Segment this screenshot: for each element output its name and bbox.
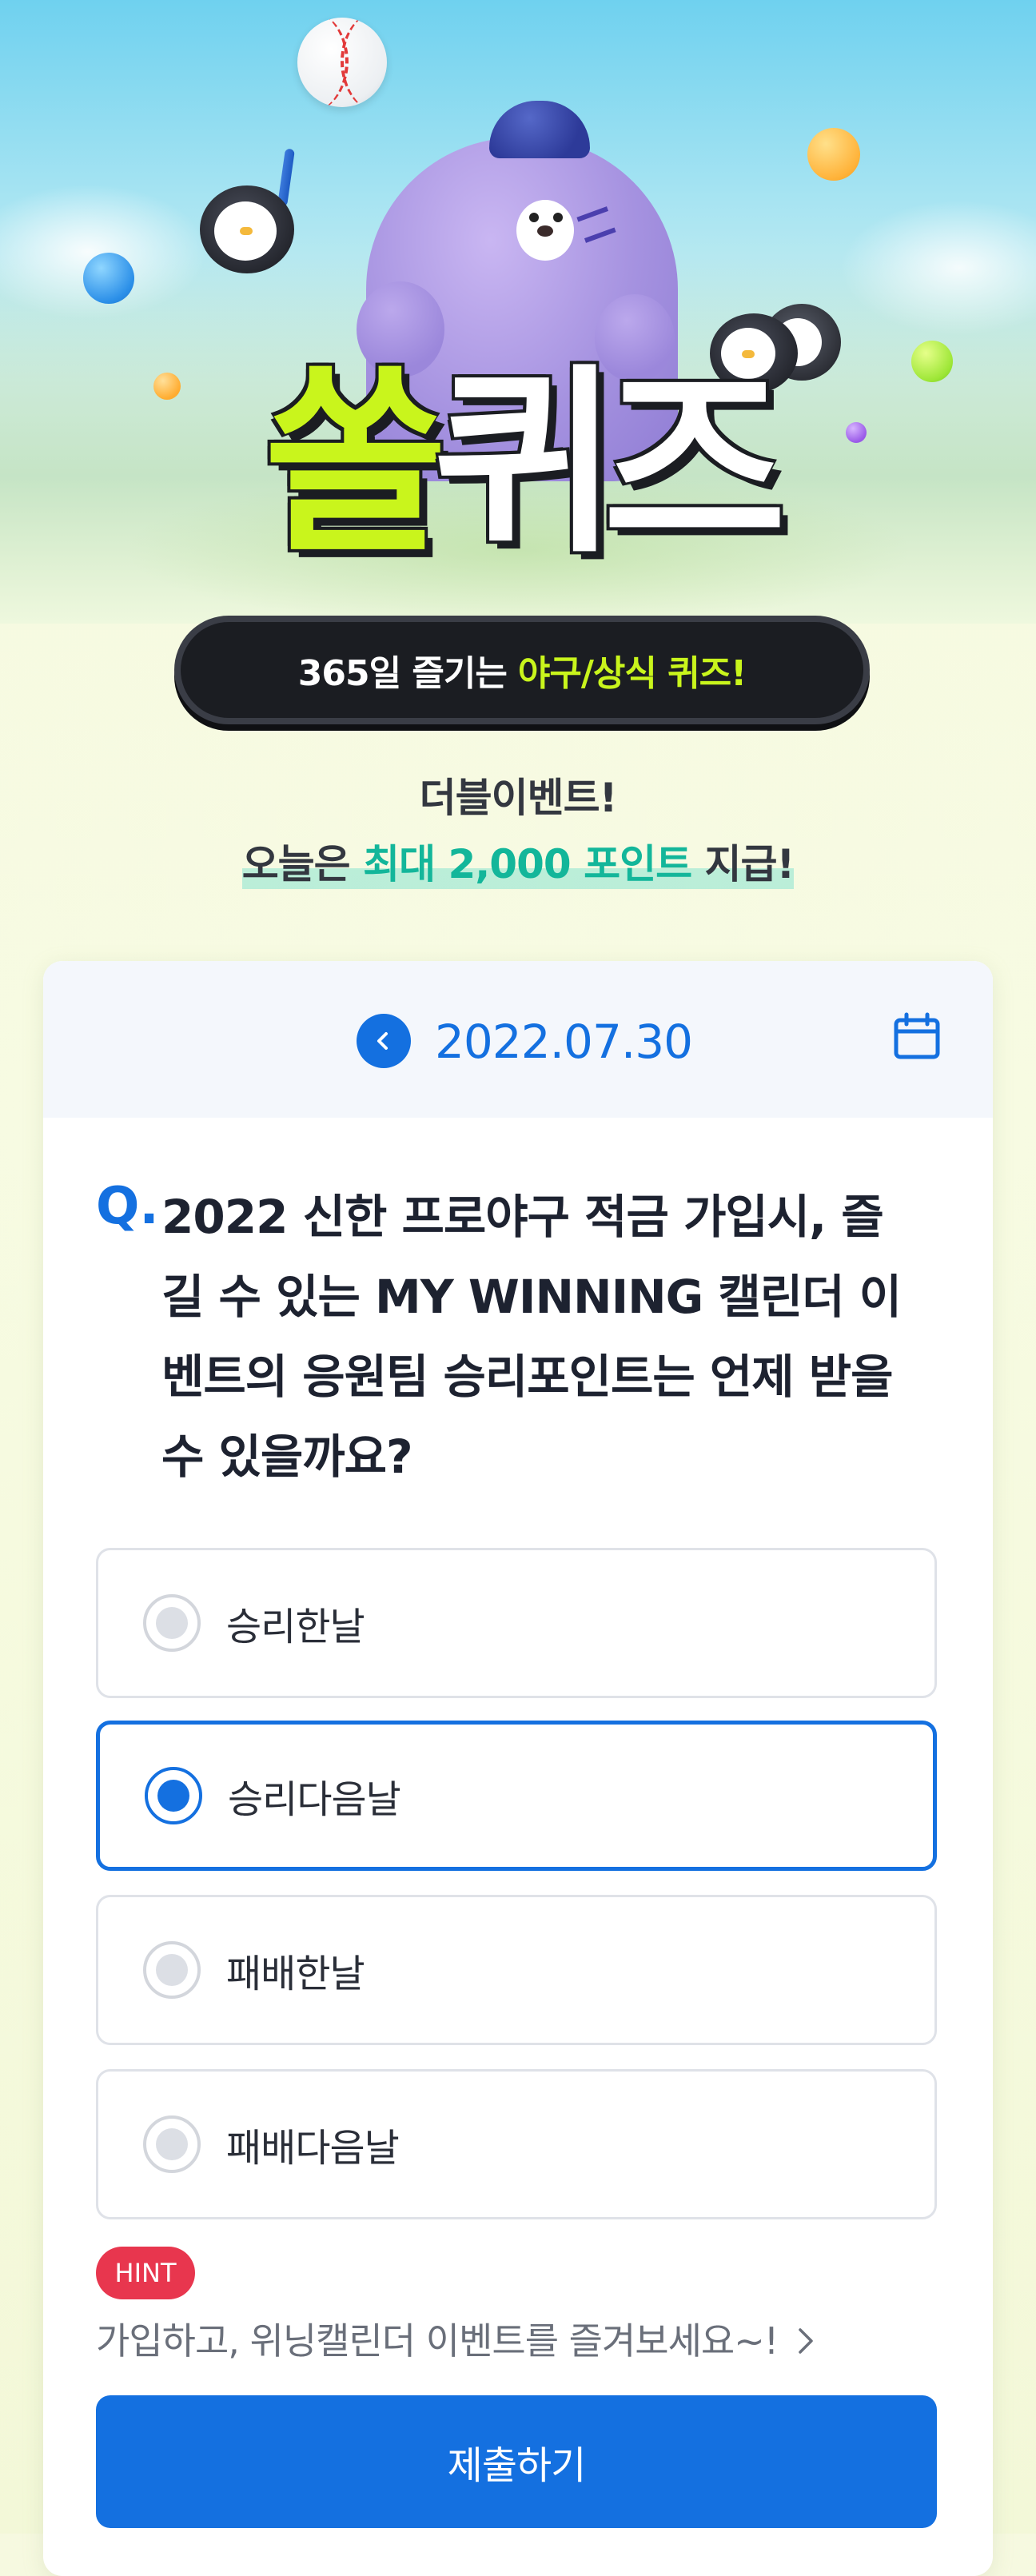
submit-button[interactable]: 제출하기 xyxy=(96,2395,937,2528)
calendar-icon[interactable] xyxy=(891,1011,943,1063)
event-announcement: 더블이벤트! 오늘은 최대 2,000 포인트 지급! xyxy=(0,768,1036,900)
radio-button[interactable] xyxy=(143,1941,201,1999)
quiz-card: 2022.07.30 Q. 2022 신한 프로야구 적금 가입시, 즐 길 수… xyxy=(43,961,993,2576)
question-line: 2022 신한 프로야구 적금 가입시, 즐 xyxy=(161,1190,884,1244)
question-line: 벤트의 응원팀 승리포인트는 언제 받을 xyxy=(161,1350,894,1404)
hint-text: 가입하고, 위닝캘린더 이벤트를 즐겨보세요~! xyxy=(96,2319,779,2363)
radio-button[interactable] xyxy=(143,2115,201,2173)
tagline-highlight: 야구/상식 퀴즈! xyxy=(517,653,747,694)
logo-char: 퀴 xyxy=(433,347,617,580)
date-navigation: 2022.07.30 xyxy=(43,961,993,1118)
event-title: 더블이벤트! xyxy=(419,775,618,821)
chevron-left-icon[interactable] xyxy=(357,1014,411,1068)
logo-char: 즈 xyxy=(603,347,787,580)
answer-option[interactable]: 패배한날 xyxy=(96,1895,937,2045)
hint-badge: HINT xyxy=(96,2247,195,2299)
hint-link[interactable]: 가입하고, 위닝캘린더 이벤트를 즐겨보세요~! xyxy=(96,2311,816,2371)
event-points: 최대 2,000 포인트 xyxy=(363,841,692,887)
option-label: 승리다음날 xyxy=(228,1777,401,1822)
tagline-pill: 365일 즐기는 야구/상식 퀴즈! xyxy=(174,616,870,724)
chevron-right-icon xyxy=(795,2325,816,2357)
option-label: 패배다음날 xyxy=(226,2126,400,2171)
radio-button[interactable] xyxy=(143,1594,201,1652)
option-label: 승리한날 xyxy=(226,1605,365,1649)
stadium-light xyxy=(839,200,1036,336)
penguin-character xyxy=(200,185,294,273)
quiz-logo: 쏠퀴즈 xyxy=(0,344,1036,584)
answer-option-selected[interactable]: 승리다음날 xyxy=(96,1721,937,1871)
question-line: 수 있을까요? xyxy=(161,1430,413,1484)
event-prefix: 오늘은 xyxy=(241,841,351,887)
answer-option[interactable]: 패배다음날 xyxy=(96,2069,937,2219)
tagline-prefix: 365일 즐기는 xyxy=(297,653,508,694)
answer-option[interactable]: 승리한날 xyxy=(96,1548,937,1698)
question-line: 길 수 있는 MY WINNING 캘린더 이 xyxy=(161,1270,902,1324)
question-mark-label: Q. xyxy=(96,1177,159,1236)
event-suffix: 지급! xyxy=(704,841,795,887)
logo-char: 쏠 xyxy=(264,347,448,580)
baseball-icon xyxy=(297,18,387,107)
question-text: 2022 신한 프로야구 적금 가입시, 즐 길 수 있는 MY WINNING… xyxy=(161,1177,961,1497)
option-label: 패배한날 xyxy=(226,1952,365,1996)
current-date: 2022.07.30 xyxy=(435,1015,693,1069)
decor-orb xyxy=(807,128,860,181)
decor-orb xyxy=(83,253,134,304)
radio-button-selected[interactable] xyxy=(145,1767,202,1824)
event-subtitle: 오늘은 최대 2,000 포인트 지급! xyxy=(241,828,795,900)
